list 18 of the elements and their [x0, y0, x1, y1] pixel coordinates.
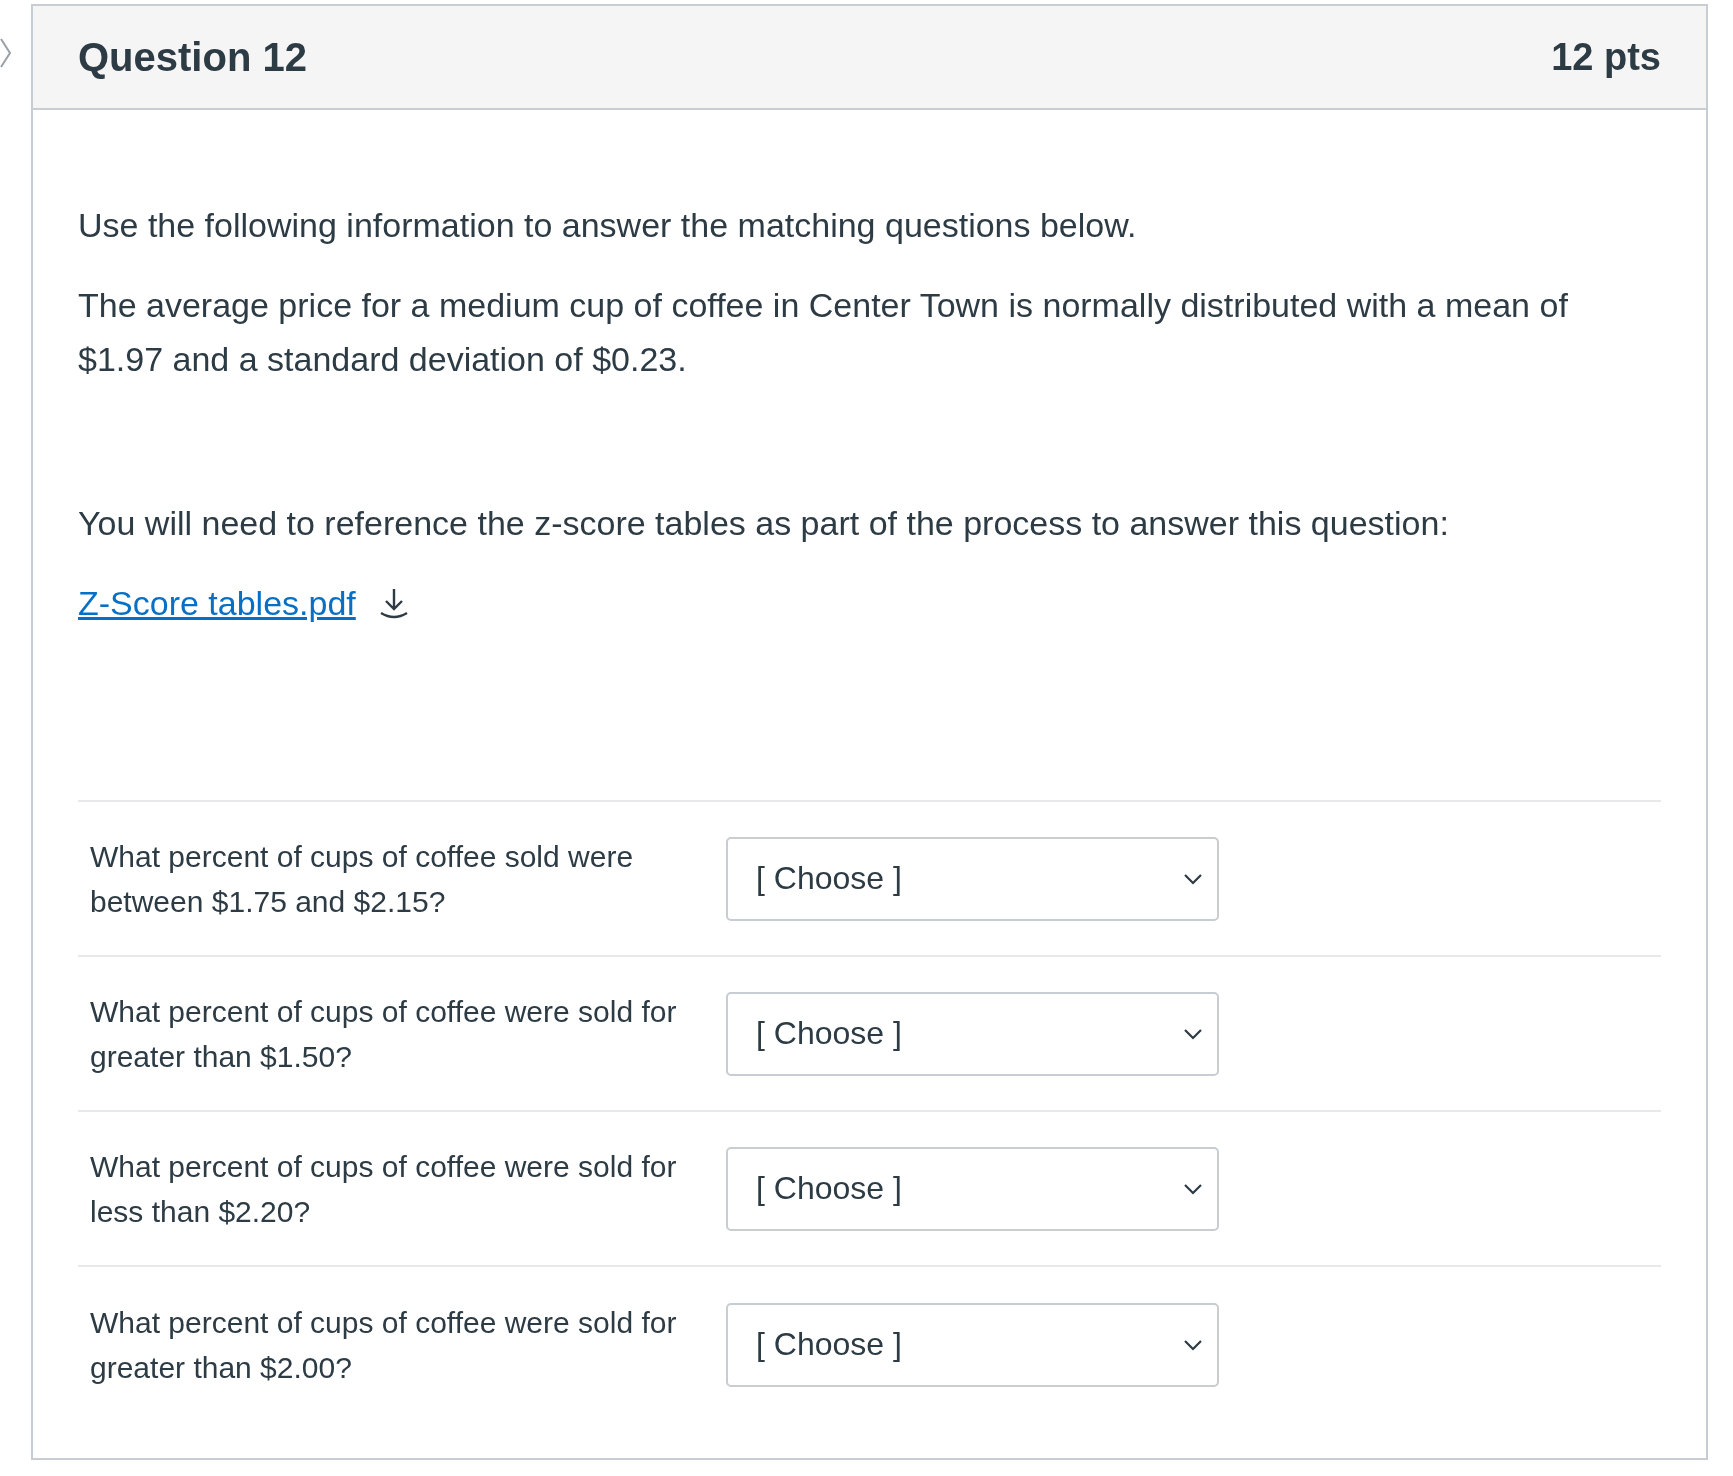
question-text: You will need to reference the z-score tables as part of the process to answer this question:: [78, 503, 1450, 544]
match-prompt: What percent of cups of coffee sold were between $1.75 and $2.15?: [90, 838, 635, 920]
answer-dropdown[interactable]: [ Choose ]: [726, 1146, 1219, 1231]
question-points: 12 pts: [1551, 35, 1661, 79]
answer-dropdown[interactable]: [ Choose ]: [726, 836, 1219, 921]
question-text: The average price for a medium cup of coffee in Center Town is normally distributed with a mean of $1.97 and a standard deviation of $0.23.: [78, 285, 1569, 380]
file-link[interactable]: Z-Score tables.pdf: [78, 583, 356, 623]
caret-icon: [1183, 872, 1203, 885]
match-prompt: What percent of cups of coffee were sold for greater than $2.00?: [90, 1304, 678, 1386]
answer-dropdown[interactable]: [ Choose ]: [726, 991, 1219, 1076]
question-text: Use the following information to answer the matching questions below.: [78, 205, 1138, 246]
match-prompt: What percent of cups of coffee were sold for less than $2.20?: [90, 1148, 678, 1230]
question-title: Question 12: [78, 34, 307, 80]
caret-icon: [1183, 1027, 1203, 1040]
caret-icon: [1183, 1338, 1203, 1351]
match-prompt: What percent of cups of coffee were sold for greater than $1.50?: [90, 993, 678, 1075]
caret-icon: [1183, 1182, 1203, 1195]
answer-dropdown[interactable]: [ Choose ]: [726, 1302, 1219, 1387]
